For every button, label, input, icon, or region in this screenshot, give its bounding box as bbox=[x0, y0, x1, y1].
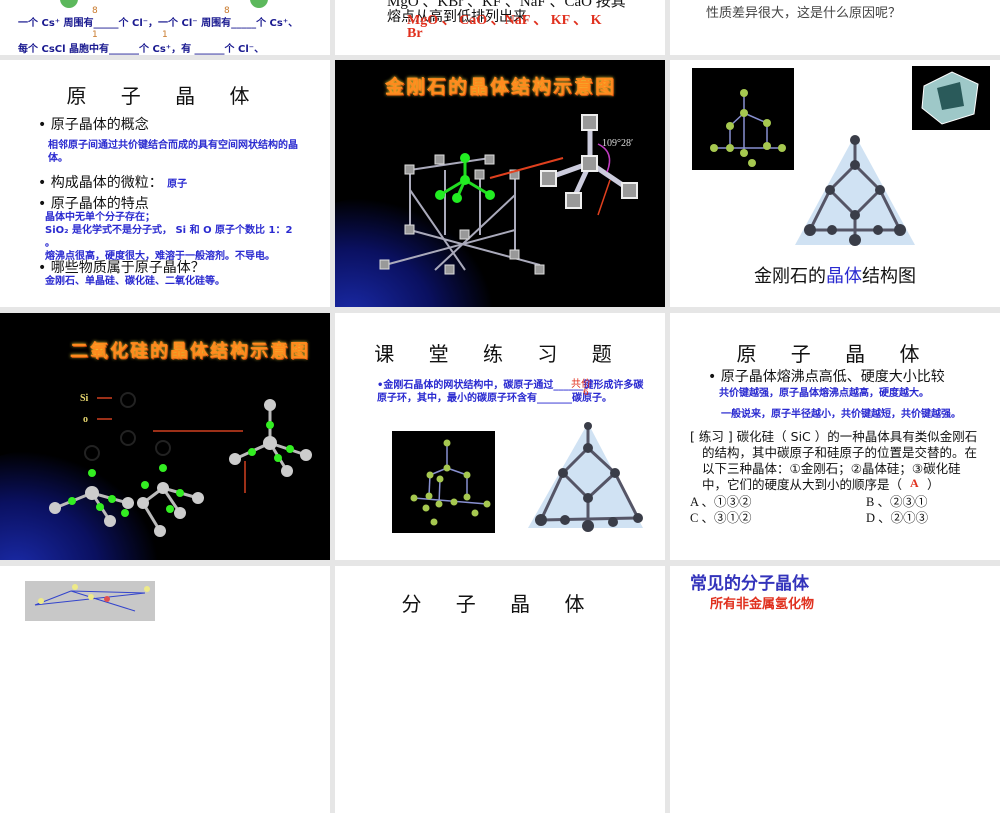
bullet: • 原子晶体的特点 bbox=[38, 196, 149, 212]
slide-thumbnail-12[interactable]: 常见的分子晶体 所有非金属氢化物 bbox=[670, 566, 1000, 813]
option-d: D 、②①③ bbox=[866, 511, 929, 525]
answer: 6 bbox=[583, 388, 589, 398]
slide-title: 原 子 晶 体 bbox=[736, 342, 934, 366]
slide-thumbnail-2[interactable]: MgO 、KBr 、KF 、NaF 、CaO 按其 熔点从高到低排列出来 MgO… bbox=[335, 0, 665, 55]
diamond-lattice-image bbox=[692, 68, 794, 170]
bullet: • 原子晶体熔沸点高低、硬度大小比较 bbox=[708, 369, 945, 385]
slide-thumbnail-7[interactable]: 二氧化硅的晶体结构示意图 Si o bbox=[0, 313, 330, 560]
diamond-gem-image bbox=[912, 66, 990, 130]
slide-thumbnail-8[interactable]: 课 堂 练 习 题 •金刚石晶体的网状结构中，碳原子通过______键形成许多碳… bbox=[335, 313, 665, 560]
diamond-structure-diagram bbox=[379, 114, 638, 275]
slide-thumbnail-5[interactable]: 金刚石的晶体结构示意图 109°28′ bbox=[335, 60, 665, 307]
answer: A bbox=[910, 476, 919, 490]
slide-thumbnail-6[interactable]: 金刚石的晶体结构图 bbox=[670, 60, 1000, 307]
question-text: •金刚石晶体的网状结构中，碳原子通过______键形成许多碳原子环，其中，最小的… bbox=[377, 380, 644, 404]
slide-title: 原 子 晶 体 bbox=[66, 84, 264, 108]
answer: 8 bbox=[92, 6, 98, 16]
features-text: 晶体中无单个分子存在； SiO₂ 是化学式不是分子式， Si 和 O 原子个数比 … bbox=[45, 212, 293, 262]
diamond-lattice-image bbox=[392, 431, 495, 533]
subtitle-text: 所有非金属氢化物 bbox=[710, 597, 815, 612]
answer: MgO 、 CaO 、NaF 、 KF 、 K bbox=[407, 13, 602, 28]
explanation-text: 一般说来，原子半径越小，共价键越短，共价键越强。 bbox=[721, 409, 961, 420]
slide-thumbnail-4[interactable]: 原 子 晶 体 • 原子晶体的概念 相邻原子间通过共价键结合而成的具有空间网状结… bbox=[0, 60, 330, 307]
crystal-structure-image bbox=[25, 581, 155, 621]
answer: 1 bbox=[162, 30, 168, 40]
diamond-ball-stick-model bbox=[795, 135, 915, 246]
answer: 1 bbox=[92, 30, 98, 40]
slide-thumbnail-9[interactable]: 原 子 晶 体 • 原子晶体熔沸点高低、硬度大小比较 共价键越强，原子晶体熔沸点… bbox=[670, 313, 1000, 560]
slide-thumbnail-3[interactable]: 性质差异很大，这是什么原因呢？ bbox=[670, 0, 1000, 55]
slide-thumbnail-11[interactable]: 分 子 晶 体 bbox=[335, 566, 665, 813]
examples-text: 金刚石、单晶硅、碳化硅、二氧化硅等。 bbox=[45, 276, 225, 287]
bullet: • 哪些物质属于原子晶体？ bbox=[38, 260, 205, 276]
ion-icon bbox=[250, 0, 268, 8]
slide-title: 常见的分子晶体 bbox=[690, 574, 809, 594]
option-c: C 、③①② bbox=[690, 511, 752, 525]
bullet: • 构成晶体的微粒： 原子 bbox=[38, 175, 188, 191]
ion-icon bbox=[60, 0, 78, 8]
bond-angle-label: 109°28′ bbox=[602, 138, 634, 149]
answer: Br bbox=[407, 26, 423, 41]
slide-title: 分 子 晶 体 bbox=[401, 592, 599, 616]
diamond-ball-stick-model bbox=[528, 422, 643, 532]
definition-text: 相邻原子间通过共价键结合而成的具有空间网状结构的晶体。 bbox=[48, 140, 298, 164]
cs-question-line1: 一个 Cs⁺ 周围有_____个 Cl⁻，一个 Cl⁻ 周围有_____个 Cs… bbox=[18, 18, 299, 29]
slide-thumbnail-10[interactable] bbox=[0, 566, 330, 813]
question-line: 性质差异很大，这是什么原因呢？ bbox=[706, 6, 902, 21]
bullet: • 原子晶体的概念 bbox=[38, 117, 149, 133]
sio2-structure-diagram bbox=[49, 392, 312, 537]
slide-caption: 金刚石的晶体结构图 bbox=[754, 266, 916, 287]
exercise-text: [ 练习 ] 碳化硅（ SiC ）的一种晶体具有类似金刚石的结构，其中碳原子和硅… bbox=[690, 429, 978, 492]
slide-title: 课 堂 练 习 题 bbox=[374, 342, 626, 366]
cs-question-line2: 每个 CsCl 晶胞中有______个 Cs⁺，有 ______个 Cl⁻、 bbox=[18, 44, 265, 55]
slide-thumbnail-1[interactable]: 一个 Cs⁺ 周围有_____个 Cl⁻，一个 Cl⁻ 周围有_____个 Cs… bbox=[0, 0, 330, 55]
answer: 8 bbox=[224, 6, 230, 16]
explanation-text: 共价键越强，原子晶体熔沸点越高，硬度越大。 bbox=[719, 388, 929, 399]
